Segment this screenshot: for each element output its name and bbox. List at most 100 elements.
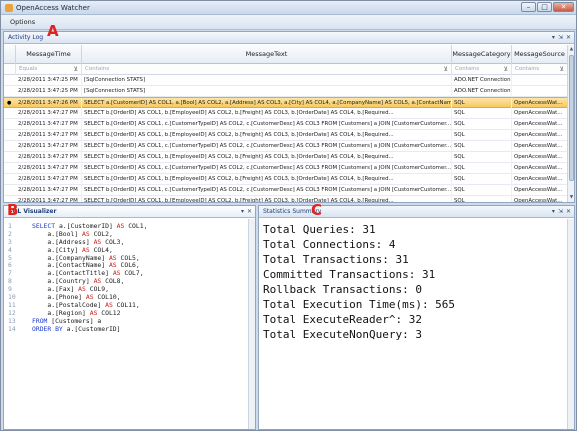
column-header-messagesource[interactable]: MessageSource: [512, 45, 568, 64]
table-row[interactable]: 2/28/2011 3:47:27 PM SELECT b.[OrderID] A…: [4, 196, 568, 202]
filter-operator: Equals: [19, 66, 38, 72]
sql-text: COL4,: [89, 245, 113, 254]
table-row[interactable]: 2/28/2011 3:47:27 PM SELECT b.[OrderID] A…: [4, 108, 568, 119]
filter-icon[interactable]: ⊻: [444, 64, 448, 75]
table-row[interactable]: 2/28/2011 3:47:27 PM SELECT b.[OrderID] A…: [4, 141, 568, 152]
table-row-selected[interactable]: ● 2/28/2011 3:47:26 PM SELECT a.[CustomerI…: [4, 97, 568, 109]
sql-visualizer-panel: SQL Visualizer ▾ ✕ 1 2 3 4 5 6 7 8 9 10 11 12 13 14 S…: [3, 205, 256, 430]
sql-text: a.[Fax]: [32, 285, 79, 294]
table-row[interactable]: 2/28/2011 3:47:27 PM SELECT b.[OrderID] A…: [4, 119, 568, 130]
filter-operator: Contains: [455, 66, 480, 72]
sql-text: a.[Phone]: [32, 293, 86, 302]
sql-keyword: AS: [108, 261, 117, 270]
sql-text: a.[Region]: [32, 308, 90, 317]
sql-text: COL3,: [101, 237, 125, 246]
current-row-marker-icon: ●: [7, 100, 12, 106]
close-button[interactable]: ✕: [553, 2, 574, 12]
pin-icon[interactable]: ⇲: [558, 33, 563, 42]
panel-menu-icon[interactable]: ▾: [552, 33, 555, 42]
cell-messagetime: 2/28/2011 3:47:27 PM: [16, 152, 82, 163]
statistics-body: Total Queries: 31 Total Connections: 4 Tot…: [259, 219, 568, 429]
filter-messagetext[interactable]: Contains ⊻: [82, 64, 452, 75]
filter-icon[interactable]: ⊻: [504, 64, 508, 75]
sql-keyword: FROM: [32, 316, 48, 325]
filter-messagetime[interactable]: Equals ⊻: [16, 64, 82, 75]
filter-icon[interactable]: ⊻: [74, 64, 78, 75]
cell-messagesource: OpenAccessWat...: [512, 163, 568, 174]
scroll-up-icon[interactable]: ▲: [569, 46, 574, 53]
window-title: OpenAccess Watcher: [16, 4, 90, 12]
app-icon: [5, 4, 13, 12]
cell-messagetext: [SqlConnection STATS]: [82, 75, 452, 86]
activity-log-scrollbar[interactable]: ▲ ▼: [567, 45, 574, 202]
menu-bar: Options: [1, 15, 576, 30]
sql-text: COL11,: [112, 300, 140, 309]
column-header-messagetext[interactable]: MessageText: [82, 45, 452, 64]
cell-messagetime: 2/28/2011 3:47:25 PM: [16, 86, 82, 97]
cell-messagesource: OpenAccessWat...: [512, 152, 568, 163]
cell-messagesource: OpenAccessWat...: [512, 141, 568, 152]
statistics-scrollbar[interactable]: [567, 219, 574, 429]
sql-visualizer-scrollbar[interactable]: [248, 219, 255, 429]
scrollbar-thumb[interactable]: [569, 55, 574, 181]
sql-keyword: AS: [108, 253, 117, 262]
sql-visualizer-title-bar: SQL Visualizer ▾ ✕: [4, 206, 255, 218]
table-row[interactable]: 2/28/2011 3:47:27 PM SELECT b.[OrderID] A…: [4, 152, 568, 163]
sql-text: COL6,: [116, 261, 140, 270]
filter-icon[interactable]: ⊻: [560, 64, 564, 75]
panel-menu-icon[interactable]: ▾: [552, 207, 555, 216]
panel-close-icon[interactable]: ✕: [566, 33, 571, 42]
statistic-line: Total Execution Time(ms): 565: [263, 298, 456, 311]
title-bar: OpenAccess Watcher – □ ✕: [1, 1, 576, 15]
sql-code[interactable]: SELECT a.[CustomerID] AS COL1, a.[Bool] …: [32, 222, 147, 333]
scroll-down-icon[interactable]: ▼: [569, 194, 574, 201]
table-row[interactable]: 2/28/2011 3:47:27 PM SELECT b.[OrderID] A…: [4, 185, 568, 196]
table-row[interactable]: 2/28/2011 3:47:27 PM SELECT b.[OrderID] A…: [4, 130, 568, 141]
table-row[interactable]: 2/28/2011 3:47:27 PM SELECT b.[OrderID] A…: [4, 163, 568, 174]
line-number: 14: [8, 324, 16, 333]
cell-messagetime: 2/28/2011 3:47:27 PM: [16, 130, 82, 141]
callout-b: B: [7, 201, 19, 219]
app-window: OpenAccess Watcher – □ ✕ Options Activit…: [0, 0, 577, 431]
cell-messagesource: OpenAccessWat...: [512, 108, 568, 119]
column-header-messagecategory[interactable]: MessageCategory: [452, 45, 512, 64]
sql-keyword: AS: [78, 285, 86, 294]
filter-messagesource[interactable]: Contains ⊻: [512, 64, 568, 75]
sql-text: a.[PostalCode]: [32, 300, 106, 309]
cell-messagesource: OpenAccessWat...: [512, 185, 568, 196]
maximize-button[interactable]: □: [537, 2, 552, 12]
table-row[interactable]: 2/28/2011 3:47:25 PM [SqlConnection STATS…: [4, 75, 568, 86]
cell-messagecategory: SQL: [452, 152, 512, 163]
column-header-messagetime[interactable]: MessageTime: [16, 45, 82, 64]
table-row[interactable]: 2/28/2011 3:47:25 PM [SqlConnection STATS…: [4, 86, 568, 97]
cell-messagecategory: ADO.NET Connection: [452, 75, 512, 86]
cell-messagetext: SELECT b.[OrderID] AS COL1, b.[EmployeeI…: [82, 108, 452, 119]
statistic-line: Rollback Transactions: 0: [263, 283, 422, 296]
sql-text: a.[ContactName]: [32, 261, 109, 270]
minimize-button[interactable]: –: [521, 2, 536, 12]
sql-text: a.[ContactTitle]: [32, 269, 113, 278]
filter-messagecategory[interactable]: Contains ⊻: [452, 64, 512, 75]
sql-text: a.[City]: [32, 245, 83, 254]
cell-messagetime: 2/28/2011 3:47:25 PM: [16, 75, 82, 86]
panel-menu-icon[interactable]: ▾: [241, 207, 244, 216]
cell-messagetime: 2/28/2011 3:47:27 PM: [16, 196, 82, 202]
activity-grid: MessageTime MessageText MessageCategory …: [4, 45, 568, 202]
statistics-summary-panel: Statistics Summary ▾ ⇲ ✕ Total Queries: …: [258, 205, 575, 430]
pin-icon[interactable]: ⇲: [558, 207, 563, 216]
panel-close-icon[interactable]: ✕: [247, 207, 252, 216]
table-row[interactable]: 2/28/2011 3:47:27 PM SELECT b.[OrderID] A…: [4, 174, 568, 185]
cell-messagesource: OpenAccessWat...: [512, 119, 568, 130]
cell-messagetext: SELECT b.[OrderID] AS COL1, c.[CustomerT…: [82, 119, 452, 130]
panel-close-icon[interactable]: ✕: [566, 207, 571, 216]
menu-options[interactable]: Options: [10, 18, 35, 26]
activity-log-panel: Activity Log ▾ ⇲ ✕ MessageTime MessageTe…: [3, 31, 575, 203]
cell-messagesource: [512, 86, 568, 97]
cell-messagesource: OpenAccessWat...: [512, 130, 568, 141]
sql-editor[interactable]: 1 2 3 4 5 6 7 8 9 10 11 12 13 14 SELECT a.[CustomerID…: [4, 219, 249, 429]
filter-operator: Contains: [85, 66, 110, 72]
cell-messagesource: OpenAccessWat...: [512, 196, 568, 202]
sql-text: COL9,: [85, 285, 109, 294]
cell-messagetext: SELECT b.[OrderID] AS COL1, b.[EmployeeI…: [82, 196, 452, 202]
cell-messagetext: [SqlConnection STATS]: [82, 86, 452, 97]
